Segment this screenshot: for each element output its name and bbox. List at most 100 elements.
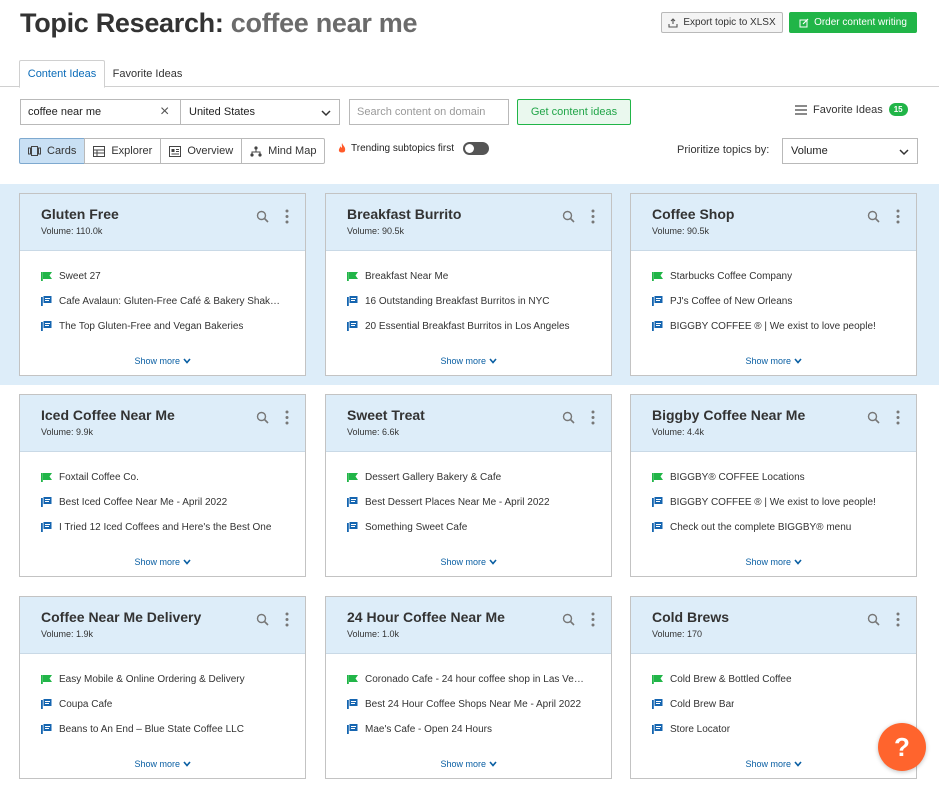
view-cards[interactable]: Cards	[19, 138, 86, 164]
view-mind-map[interactable]: Mind Map	[241, 138, 326, 164]
help-button[interactable]: ?	[878, 723, 926, 771]
card-item-text: BIGGBY COFFEE ® | We exist to love peopl…	[670, 321, 876, 332]
card-volume: Volume: 170	[652, 629, 703, 639]
question-icon	[41, 320, 53, 334]
search-icon[interactable]	[562, 210, 575, 223]
tab-content-ideas[interactable]: Content Ideas	[19, 60, 105, 88]
order-content-button[interactable]: Order content writing	[789, 12, 917, 33]
more-options-icon[interactable]	[591, 612, 595, 627]
more-options-icon[interactable]	[591, 410, 595, 425]
view-switcher: Cards Explorer Overview Mind Map	[19, 138, 326, 164]
favorite-ideas-link[interactable]: Favorite Ideas 15	[795, 103, 908, 116]
search-icon[interactable]	[256, 210, 269, 223]
card-item[interactable]: Breakfast Near Me	[347, 264, 602, 289]
card-item[interactable]: Coronado Cafe - 24 hour coffee shop in L…	[347, 667, 602, 692]
more-options-icon[interactable]	[285, 612, 289, 627]
card-item[interactable]: Dessert Gallery Bakery & Cafe	[347, 465, 602, 490]
more-options-icon[interactable]	[285, 209, 289, 224]
show-more-link[interactable]: Show more	[326, 356, 611, 366]
prioritize-select[interactable]: Volume	[782, 138, 918, 164]
clear-icon[interactable]: ×	[160, 104, 174, 120]
chevron-down-icon	[488, 761, 497, 767]
show-more-link[interactable]: Show more	[631, 356, 916, 366]
trend-flag-icon	[347, 673, 359, 687]
card-items: Foxtail Coffee Co. Best Iced Coffee Near …	[20, 452, 305, 540]
domain-placeholder: Search content on domain	[357, 106, 486, 118]
country-select[interactable]: United States	[180, 99, 340, 125]
export-xlsx-button[interactable]: Export topic to XLSX	[661, 12, 783, 33]
search-icon[interactable]	[867, 411, 880, 424]
question-icon	[652, 295, 664, 309]
show-more-link[interactable]: Show more	[326, 557, 611, 567]
card-item-text: Sweet 27	[59, 271, 101, 282]
card-item[interactable]: Something Sweet Cafe	[347, 515, 602, 540]
search-icon[interactable]	[562, 411, 575, 424]
card-item[interactable]: Store Locator	[652, 717, 907, 742]
card-item[interactable]: BIGGBY COFFEE ® | We exist to love peopl…	[652, 314, 907, 339]
show-more-link[interactable]: Show more	[20, 759, 305, 769]
card-item[interactable]: Cafe Avalaun: Gluten-Free Café & Bakery …	[41, 289, 296, 314]
card-item[interactable]: I Tried 12 Iced Coffees and Here's the B…	[41, 515, 296, 540]
card-volume: Volume: 90.5k	[347, 226, 405, 236]
search-icon[interactable]	[256, 613, 269, 626]
show-more-link[interactable]: Show more	[631, 557, 916, 567]
card-item[interactable]: PJ's Coffee of New Orleans	[652, 289, 907, 314]
show-more-link[interactable]: Show more	[631, 759, 916, 769]
show-more-link[interactable]: Show more	[326, 759, 611, 769]
card-item-text: Cold Brew & Bottled Coffee	[670, 674, 792, 685]
search-icon[interactable]	[562, 613, 575, 626]
view-explorer[interactable]: Explorer	[84, 138, 162, 164]
card-item[interactable]: Cold Brew & Bottled Coffee	[652, 667, 907, 692]
card-item[interactable]: Check out the complete BIGGBY® menu	[652, 515, 907, 540]
card-item[interactable]: Sweet 27	[41, 264, 296, 289]
more-options-icon[interactable]	[896, 410, 900, 425]
card-item[interactable]: Foxtail Coffee Co.	[41, 465, 296, 490]
card-item-text: Check out the complete BIGGBY® menu	[670, 522, 852, 533]
card-item-text: Coupa Cafe	[59, 699, 113, 710]
card-item[interactable]: Easy Mobile & Online Ordering & Delivery	[41, 667, 296, 692]
question-icon	[652, 698, 664, 712]
topic-card: Gluten Free Volume: 110.0k Sweet 27 Cafe Av…	[19, 193, 306, 376]
chevron-down-icon	[182, 358, 191, 364]
card-item[interactable]: The Top Gluten-Free and Vegan Bakeries	[41, 314, 296, 339]
card-item[interactable]: BIGGBY® COFFEE Locations	[652, 465, 907, 490]
more-options-icon[interactable]	[896, 612, 900, 627]
card-item[interactable]: Beans to An End – Blue State Coffee LLC	[41, 717, 296, 742]
question-icon	[347, 320, 359, 334]
show-more-link[interactable]: Show more	[20, 356, 305, 366]
get-content-ideas-button[interactable]: Get content ideas	[517, 99, 631, 125]
card-item[interactable]: BIGGBY COFFEE ® | We exist to love peopl…	[652, 490, 907, 515]
search-icon[interactable]	[867, 210, 880, 223]
card-item[interactable]: Cold Brew Bar	[652, 692, 907, 717]
card-item[interactable]: Mae's Cafe - Open 24 Hours	[347, 717, 602, 742]
chevron-down-icon	[488, 559, 497, 565]
card-item[interactable]: Best Dessert Places Near Me - April 2022	[347, 490, 602, 515]
more-options-icon[interactable]	[591, 209, 595, 224]
show-more-link[interactable]: Show more	[20, 557, 305, 567]
tab-favorite-ideas[interactable]: Favorite Ideas	[105, 60, 190, 87]
search-icon[interactable]	[867, 613, 880, 626]
card-items: Breakfast Near Me 16 Outstanding Breakfas…	[326, 251, 611, 339]
show-more-label: Show more	[745, 557, 791, 567]
card-item[interactable]: 16 Outstanding Breakfast Burritos in NYC	[347, 289, 602, 314]
more-options-icon[interactable]	[285, 410, 289, 425]
trending-toggle[interactable]	[463, 142, 490, 155]
view-explorer-label: Explorer	[111, 145, 153, 157]
card-item[interactable]: Best 24 Hour Coffee Shops Near Me - Apri…	[347, 692, 602, 717]
card-item-text: Best Iced Coffee Near Me - April 2022	[59, 497, 228, 508]
page-title: Topic Research: coffee near me	[20, 8, 417, 39]
more-options-icon[interactable]	[896, 209, 900, 224]
title-query: coffee near me	[230, 8, 418, 38]
query-input[interactable]: coffee near me ×	[20, 99, 180, 125]
fire-icon	[338, 143, 346, 153]
trending-toggle-row: Trending subtopics first	[338, 142, 490, 155]
card-item[interactable]: Starbucks Coffee Company	[652, 264, 907, 289]
card-header: Cold Brews Volume: 170	[631, 597, 916, 654]
domain-search-input[interactable]: Search content on domain	[349, 99, 509, 125]
card-item[interactable]: 20 Essential Breakfast Burritos in Los A…	[347, 314, 602, 339]
card-item[interactable]: Coupa Cafe	[41, 692, 296, 717]
view-overview[interactable]: Overview	[160, 138, 243, 164]
card-item[interactable]: Best Iced Coffee Near Me - April 2022	[41, 490, 296, 515]
search-icon[interactable]	[256, 411, 269, 424]
card-items: Coronado Cafe - 24 hour coffee shop in L…	[326, 654, 611, 742]
